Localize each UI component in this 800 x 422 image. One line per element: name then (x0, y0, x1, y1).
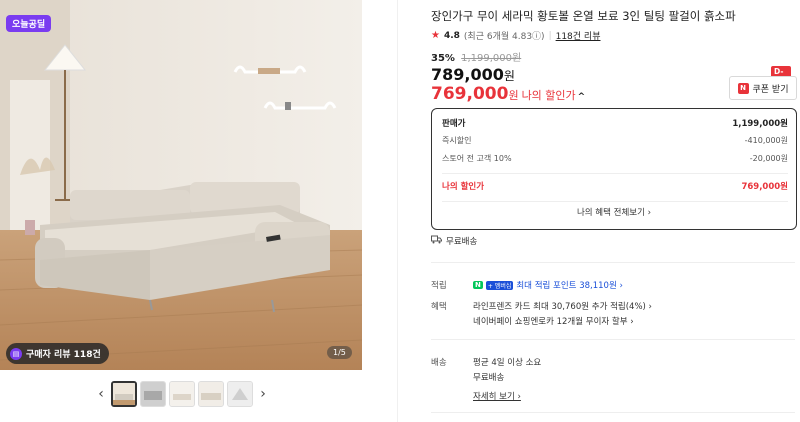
thumbnail-strip: ‹ › (94, 380, 270, 408)
price-row-store: 스토어 전 고객 10% -20,000원 (442, 153, 788, 164)
price-row-label: 판매가 (442, 119, 466, 129)
sale-price-unit: 원 (503, 69, 515, 83)
point-link[interactable]: N + 멤버십 최대 적립 포인트 38,110원 › (473, 279, 623, 291)
point-key: 적립 (431, 281, 447, 291)
free-shipping-label: 무료배송 (446, 237, 478, 247)
product-gallery: 오늘공딜 ▤ 구매자 리뷰 118건 1/5 ‹ › (0, 0, 400, 422)
product-main-image[interactable]: 오늘공딜 ▤ 구매자 리뷰 118건 1/5 (0, 0, 362, 370)
product-title: 장인가구 무이 세라믹 황토볼 온열 보료 3인 틸팅 팔걸이 흙소파 (431, 9, 736, 23)
price-row-list: 판매가 1,199,000원 (442, 117, 788, 129)
my-discount-price[interactable]: 769,000원 나의 할인가 ^ (431, 84, 585, 104)
star-icon: ★ (431, 30, 440, 41)
price-row-my: 나의 할인가 769,000원 (442, 180, 788, 192)
delivery-key: 배송 (431, 358, 447, 368)
section-divider (431, 339, 795, 340)
thumbnail-1[interactable] (111, 381, 137, 407)
rating-separator: | (548, 30, 552, 41)
price-row-label: 즉시할인 (442, 136, 472, 145)
image-counter: 1/5 (327, 346, 352, 359)
naver-coupon-icon: N (737, 82, 749, 94)
price-row-label: 스토어 전 고객 10% (442, 154, 512, 163)
review-icon: ▤ (10, 347, 22, 360)
membership-plus-icon: + 멤버십 (485, 280, 514, 290)
installment-benefit-link[interactable]: 네이버페이 쇼핑엔로카 12개월 무이자 할부 › (473, 315, 634, 327)
delivery-time: 평균 4일 이상 소요 (473, 358, 542, 368)
thumbnail-image (113, 383, 135, 405)
section-divider (431, 262, 795, 263)
review-count-pill[interactable]: ▤ 구매자 리뷰 118건 (6, 343, 109, 364)
column-divider (397, 0, 398, 422)
prev-arrow-icon[interactable]: ‹ (94, 382, 108, 406)
price-row-value: 1,199,000원 (732, 119, 788, 129)
sofa-photo-illustration (0, 0, 362, 370)
thumbnail-2[interactable] (140, 381, 166, 407)
coupon-button[interactable]: N 쿠폰 받기 (729, 76, 797, 100)
section-divider (431, 412, 795, 413)
rating-row: ★ 4.8 (최근 6개월 4.83ⓘ) | 118건 리뷰 (431, 29, 601, 42)
thumbnail-5[interactable] (227, 381, 253, 407)
price-row-value: 769,000원 (741, 182, 788, 192)
thumbnail-4[interactable] (198, 381, 224, 407)
my-price-label: 나의 할인가 (521, 89, 576, 102)
thumbnail-image (141, 382, 165, 406)
point-text: 최대 적립 포인트 38,110원 › (516, 281, 623, 291)
my-price-unit: 원 (508, 89, 519, 102)
naverpay-n-icon: N (473, 281, 483, 289)
price-row-value: -20,000원 (749, 154, 788, 163)
chevron-up-icon[interactable]: ^ (578, 92, 586, 102)
rating-subtext[interactable]: (최근 6개월 4.83ⓘ) (464, 29, 545, 42)
benefits-all-link[interactable]: 나의 혜택 전체보기 › (432, 206, 796, 218)
sale-price-value: 789,000 (431, 65, 504, 84)
brand-badge: 오늘공딜 (6, 15, 52, 32)
truck-icon (431, 235, 442, 247)
review-count-link[interactable]: 118건 리뷰 (556, 29, 601, 42)
box-divider (442, 173, 788, 174)
rating-score: 4.8 (443, 30, 460, 41)
thumbnail-image (228, 382, 252, 406)
discount-percent: 35% (431, 53, 455, 64)
review-count-label: 구매자 리뷰 118건 (26, 350, 101, 360)
price-row-value: -410,000원 (744, 136, 788, 145)
price-row-instant: 즉시할인 -410,000원 (442, 135, 788, 146)
benefit-key: 혜택 (431, 302, 447, 312)
price-row-label: 나의 할인가 (442, 182, 485, 192)
delivery-detail-link[interactable]: 자세히 보기 › (473, 390, 521, 402)
thumbnail-image (199, 382, 223, 406)
next-arrow-icon[interactable]: › (256, 382, 270, 406)
sale-price: 789,000원 (431, 65, 515, 84)
coupon-label: 쿠폰 받기 (752, 84, 789, 95)
discount-row: 35% 1,199,000원 (431, 49, 521, 64)
thumbnail-3[interactable] (169, 381, 195, 407)
my-price-value: 769,000 (431, 84, 509, 104)
thumbnail-image (170, 382, 194, 406)
delivery-fee: 무료배송 (473, 373, 505, 383)
price-breakdown-box: 판매가 1,199,000원 즉시할인 -410,000원 스토어 전 고객 1… (431, 108, 797, 230)
box-divider (442, 201, 788, 202)
card-benefit-link[interactable]: 라인프렌즈 카드 최대 30,760원 추가 적립(4%) › (473, 300, 652, 312)
original-price: 1,199,000원 (461, 53, 522, 64)
free-shipping-tag: 무료배송 (431, 235, 477, 247)
